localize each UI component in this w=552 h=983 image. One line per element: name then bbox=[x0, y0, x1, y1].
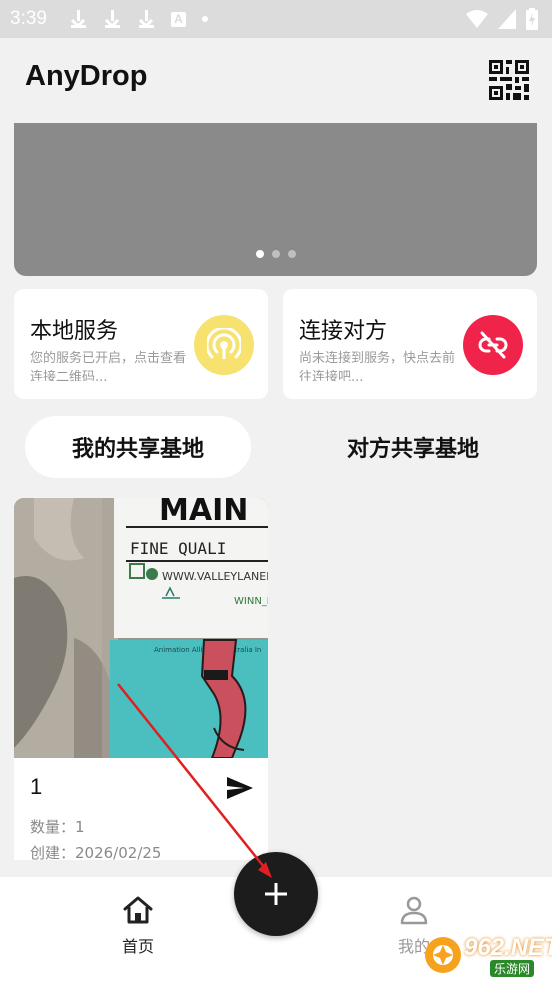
local-service-desc: 您的服务已开启，点击查看连接二维码... bbox=[30, 351, 187, 381]
status-time: 3:39 bbox=[10, 8, 47, 29]
broadcast-badge bbox=[194, 315, 254, 375]
share-item-created: 创建：2026/02/25 bbox=[30, 844, 162, 860]
download-icon bbox=[137, 9, 155, 29]
link-off-badge bbox=[463, 315, 523, 375]
nav-home[interactable]: 首页 bbox=[98, 895, 178, 957]
watermark-logo: 962.NET 乐游网 bbox=[420, 932, 552, 978]
share-item-quantity: 数量：1 bbox=[30, 818, 85, 836]
more-notifications-icon bbox=[201, 16, 208, 22]
connect-peer-title: 连接对方 bbox=[299, 319, 388, 344]
send-button[interactable] bbox=[226, 776, 254, 800]
status-bar: 3:39 A bbox=[0, 0, 552, 38]
banner-carousel[interactable] bbox=[14, 123, 537, 276]
tab-peer-share[interactable]: 对方共享基地 bbox=[300, 416, 526, 478]
share-item-name: 1 bbox=[30, 774, 43, 799]
carousel-dot-active bbox=[255, 250, 264, 258]
person-icon bbox=[400, 896, 428, 925]
sign-sub-text: FINE QUALI bbox=[130, 539, 226, 558]
watermark-sub: 乐游网 bbox=[490, 960, 535, 977]
plus-icon bbox=[265, 883, 287, 905]
local-service-title: 本地服务 bbox=[30, 319, 119, 344]
link-off-icon bbox=[478, 331, 508, 359]
app-title: AnyDrop bbox=[25, 60, 148, 92]
home-icon bbox=[123, 896, 153, 924]
share-item-card[interactable]: MAIN FINE QUALI WWW.VALLEYLANEM WINN_L A… bbox=[14, 498, 268, 860]
a-notification-icon: A bbox=[170, 11, 186, 27]
wifi-icon bbox=[466, 10, 488, 28]
local-service-card[interactable]: 本地服务 您的服务已开启，点击查看连接二维码... bbox=[14, 289, 268, 399]
carousel-dot bbox=[287, 250, 296, 258]
sign-small-text: WINN_L bbox=[234, 596, 268, 607]
battery-icon bbox=[526, 8, 538, 30]
qr-code-icon bbox=[489, 60, 529, 100]
watermark-brand: 962.NET bbox=[464, 934, 552, 961]
broadcast-icon bbox=[207, 328, 241, 359]
download-icon bbox=[69, 9, 87, 29]
sign-top-text: MAIN bbox=[159, 498, 248, 528]
connect-peer-card[interactable]: 连接对方 尚未连接到服务，快点去前往连接吧... bbox=[283, 289, 537, 399]
signal-icon bbox=[498, 9, 516, 29]
download-icon bbox=[103, 9, 121, 29]
connect-peer-desc: 尚未连接到服务，快点去前往连接吧... bbox=[299, 351, 456, 381]
sign-url-text: WWW.VALLEYLANEM bbox=[162, 570, 268, 583]
carousel-indicator bbox=[14, 250, 537, 258]
share-item-thumbnail: MAIN FINE QUALI WWW.VALLEYLANEM WINN_L A… bbox=[14, 498, 268, 758]
qr-code-button[interactable] bbox=[489, 60, 529, 100]
tab-my-share[interactable]: 我的共享基地 bbox=[25, 416, 251, 478]
send-icon bbox=[227, 777, 253, 799]
carousel-dot bbox=[271, 250, 280, 258]
add-button[interactable] bbox=[234, 852, 318, 936]
nav-home-label: 首页 bbox=[121, 937, 154, 956]
